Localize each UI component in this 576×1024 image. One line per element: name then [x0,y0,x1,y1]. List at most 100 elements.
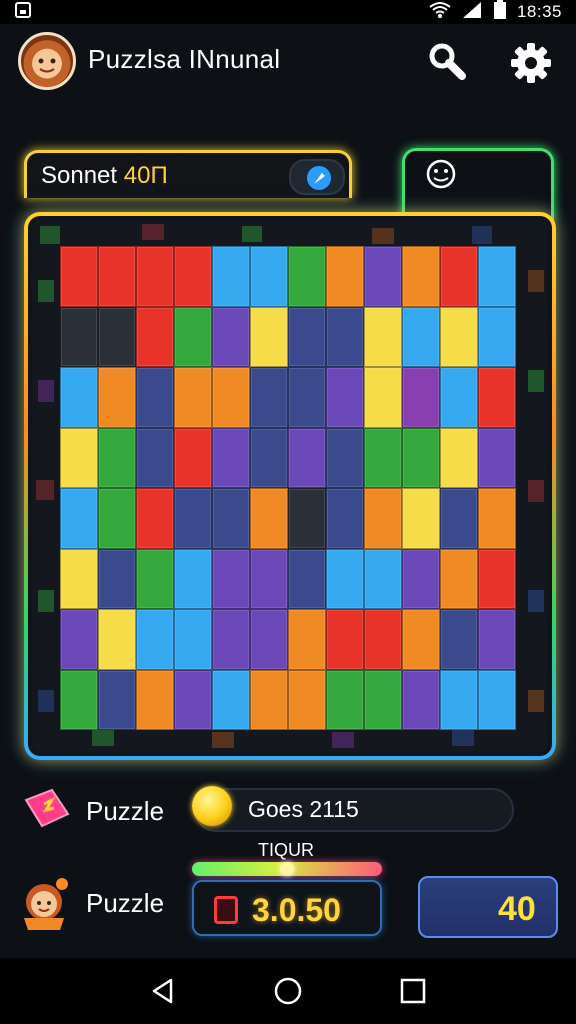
puzzle-tile[interactable] [478,427,516,488]
puzzle-tile[interactable] [440,246,478,307]
puzzle-tile[interactable] [60,548,98,609]
puzzle-tile[interactable] [136,246,174,307]
puzzle-tile[interactable] [440,669,478,730]
puzzle-tile[interactable] [60,306,98,367]
puzzle-tile[interactable] [174,246,212,307]
puzzle-tile[interactable] [288,669,326,730]
puzzle-tile[interactable] [364,306,402,367]
puzzle-tile[interactable] [250,246,288,307]
puzzle-tile[interactable] [440,609,478,670]
recents-button[interactable] [393,971,433,1011]
puzzle-tile[interactable] [98,548,136,609]
puzzle-tile[interactable] [98,246,136,307]
puzzle-tile[interactable] [326,669,364,730]
puzzle-tile[interactable] [364,488,402,549]
puzzle-tile[interactable] [402,488,440,549]
puzzle-tile[interactable] [364,427,402,488]
puzzle-tile[interactable] [326,246,364,307]
puzzle-tile[interactable] [478,246,516,307]
puzzle-tile[interactable] [440,548,478,609]
home-button[interactable] [268,971,308,1011]
puzzle-tile[interactable] [60,427,98,488]
puzzle-tile[interactable] [136,548,174,609]
puzzle-tile[interactable] [402,246,440,307]
puzzle-tile[interactable] [440,427,478,488]
puzzle-tile[interactable] [326,548,364,609]
puzzle-tile[interactable] [174,367,212,428]
puzzle-tile[interactable] [136,669,174,730]
puzzle-tile[interactable] [364,246,402,307]
puzzle-tile[interactable] [60,488,98,549]
puzzle-tile[interactable] [326,306,364,367]
puzzle-tile[interactable] [478,669,516,730]
puzzle-tile[interactable] [174,609,212,670]
puzzle-tile[interactable] [98,427,136,488]
puzzle-tile[interactable] [250,367,288,428]
puzzle-tile[interactable] [60,367,98,428]
puzzle-tile[interactable] [174,669,212,730]
puzzle-tile[interactable] [174,306,212,367]
puzzle-tile[interactable] [212,669,250,730]
puzzle-tile[interactable] [98,669,136,730]
puzzle-tile[interactable] [478,488,516,549]
puzzle-tile[interactable] [60,609,98,670]
puzzle-grid[interactable] [60,246,516,730]
puzzle-tile[interactable] [288,488,326,549]
puzzle-tile[interactable] [402,548,440,609]
puzzle-tile[interactable] [136,488,174,549]
puzzle-tile[interactable] [402,609,440,670]
puzzle-tile[interactable] [326,427,364,488]
puzzle-tile[interactable] [250,306,288,367]
puzzle-tile[interactable] [136,367,174,428]
puzzle-tile[interactable] [364,669,402,730]
puzzle-tile[interactable] [212,548,250,609]
count-button[interactable]: 40 [418,876,558,938]
puzzle-tile[interactable] [212,427,250,488]
puzzle-tile[interactable] [136,427,174,488]
puzzle-tile[interactable] [60,669,98,730]
puzzle-tile[interactable] [60,246,98,307]
puzzle-tile[interactable] [440,367,478,428]
puzzle-tile[interactable] [212,246,250,307]
puzzle-tile[interactable] [136,609,174,670]
puzzle-tile[interactable] [174,427,212,488]
puzzle-tile[interactable] [250,488,288,549]
score-action-button[interactable] [289,159,345,195]
puzzle-tile[interactable] [212,367,250,428]
puzzle-tile[interactable] [288,609,326,670]
avatar[interactable] [18,32,76,90]
puzzle-tile[interactable] [440,488,478,549]
puzzle-tile[interactable] [326,609,364,670]
puzzle-tile[interactable] [478,367,516,428]
puzzle-tile[interactable] [288,427,326,488]
puzzle-tile[interactable] [174,548,212,609]
puzzle-tile[interactable] [478,306,516,367]
puzzle-tile[interactable] [364,367,402,428]
puzzle-tile[interactable] [440,306,478,367]
puzzle-tile[interactable] [402,427,440,488]
settings-button[interactable] [508,40,554,86]
puzzle-tile[interactable] [250,609,288,670]
puzzle-tile[interactable] [98,609,136,670]
puzzle-tile[interactable] [326,488,364,549]
side-tab[interactable] [402,148,554,220]
puzzle-tile[interactable] [98,367,136,428]
puzzle-tile[interactable] [478,548,516,609]
puzzle-tile[interactable] [98,488,136,549]
puzzle-tile[interactable] [364,548,402,609]
puzzle-tile[interactable] [288,246,326,307]
puzzle-tile[interactable] [364,609,402,670]
puzzle-tile[interactable] [402,669,440,730]
puzzle-tile[interactable] [212,306,250,367]
player-avatar[interactable] [20,872,74,932]
puzzle-tile[interactable] [98,306,136,367]
puzzle-tile[interactable] [288,306,326,367]
puzzle-tile[interactable] [136,306,174,367]
puzzle-tile[interactable] [402,306,440,367]
puzzle-tile[interactable] [250,427,288,488]
puzzle-tile[interactable] [288,548,326,609]
puzzle-tile[interactable] [250,669,288,730]
puzzle-tile[interactable] [288,367,326,428]
puzzle-tile[interactable] [174,488,212,549]
puzzle-tile[interactable] [250,548,288,609]
